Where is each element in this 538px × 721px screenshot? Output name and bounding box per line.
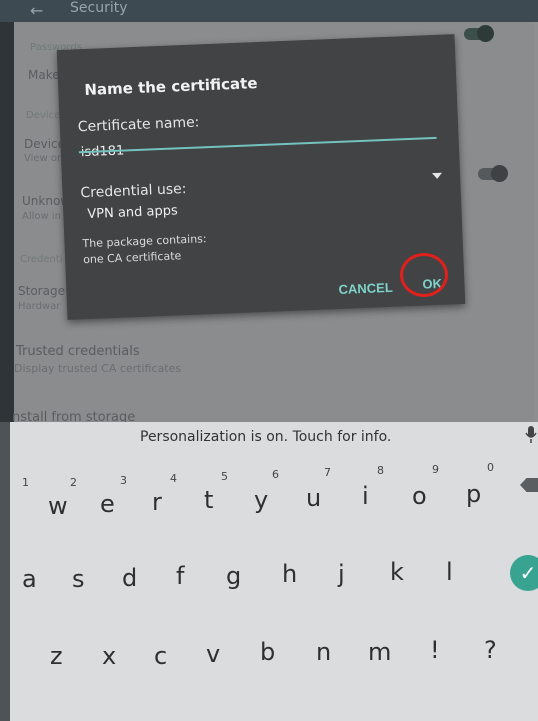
key-o[interactable]: o — [412, 484, 427, 508]
key-r[interactable]: r — [152, 490, 162, 514]
key-number-hint: 7 — [324, 466, 331, 479]
checkmark-icon[interactable]: ✓ — [510, 555, 538, 591]
app-bar: ← Security — [0, 0, 538, 22]
setting-storage-type-sub: Hardwar — [18, 301, 61, 312]
key-number-hint: 2 — [70, 476, 77, 489]
key-e[interactable]: e — [100, 492, 115, 516]
key-question[interactable]: ? — [484, 638, 497, 662]
toggle-knob — [477, 25, 494, 42]
input-underline — [78, 136, 437, 154]
setting-storage-type[interactable]: Storage — [18, 284, 65, 298]
key-x[interactable]: x — [102, 644, 116, 668]
credential-use-select[interactable]: VPN and apps — [87, 203, 178, 222]
key-number-hint: 8 — [377, 464, 384, 477]
package-info-line1: The package contains: — [82, 232, 207, 251]
microphone-icon[interactable] — [524, 422, 538, 446]
key-h[interactable]: h — [282, 562, 297, 586]
key-b[interactable]: b — [260, 640, 275, 664]
toggle-switch[interactable] — [464, 25, 494, 42]
key-c[interactable]: c — [154, 644, 167, 668]
setting-device-admin-sub: View or — [24, 153, 62, 164]
credential-use-label: Credential use: — [80, 181, 187, 202]
setting-unknown-sources-sub: Allow in — [22, 211, 61, 222]
key-t[interactable]: t — [204, 488, 213, 512]
certificate-name-label: Certificate name: — [77, 114, 200, 136]
key-exclamation[interactable]: ! — [430, 638, 440, 662]
key-m[interactable]: m — [368, 640, 391, 664]
key-number-hint: 5 — [221, 470, 228, 483]
dialog-title: Name the certificate — [84, 74, 258, 100]
key-v[interactable]: v — [206, 642, 220, 666]
key-g[interactable]: g — [226, 564, 241, 588]
key-p[interactable]: p — [466, 482, 481, 506]
backspace-icon[interactable] — [520, 478, 538, 492]
key-number-hint: 4 — [170, 472, 177, 485]
toggle-knob — [491, 165, 508, 182]
key-n[interactable]: n — [316, 640, 331, 664]
key-z[interactable]: z — [50, 644, 63, 668]
key-number-hint: 1 — [22, 476, 29, 489]
setting-device-admin[interactable]: Device — [24, 137, 65, 151]
red-annotation-circle — [400, 253, 448, 297]
package-info-line2: one CA certificate — [82, 249, 182, 267]
key-f[interactable]: f — [176, 564, 184, 588]
key-d[interactable]: d — [122, 566, 137, 590]
toggle-switch-off[interactable] — [478, 165, 508, 182]
keyboard-personalization-hint[interactable]: Personalization is on. Touch for info. — [140, 429, 391, 445]
dropdown-arrow-icon[interactable] — [431, 172, 443, 180]
screen-edge — [0, 422, 10, 721]
back-arrow-icon[interactable]: ← — [30, 1, 43, 20]
section-header-credential-storage: Credenti — [20, 254, 63, 265]
screen-edge — [0, 22, 14, 422]
photo-of-screen: ← Security Passwords Make p Device a Dev… — [0, 0, 538, 721]
key-j[interactable]: j — [338, 562, 345, 586]
key-i[interactable]: i — [362, 484, 369, 508]
key-w[interactable]: w — [48, 494, 68, 518]
key-number-hint: 3 — [120, 474, 127, 487]
key-l[interactable]: l — [446, 560, 453, 584]
app-bar-title: Security — [70, 0, 128, 16]
key-y[interactable]: y — [254, 488, 268, 512]
cancel-button[interactable]: CANCEL — [338, 280, 393, 297]
key-s[interactable]: s — [72, 567, 85, 591]
key-k[interactable]: k — [390, 560, 404, 584]
key-number-hint: 0 — [487, 461, 494, 474]
key-number-hint: 9 — [432, 463, 439, 476]
on-screen-keyboard: Personalization is on. Touch for info. 1… — [0, 422, 538, 721]
setting-trusted-credentials[interactable]: Trusted credentials — [16, 344, 140, 359]
key-u[interactable]: u — [306, 486, 321, 510]
key-a[interactable]: a — [22, 567, 37, 591]
key-number-hint: 6 — [272, 468, 279, 481]
setting-trusted-credentials-sub: Display trusted CA certificates — [14, 362, 182, 375]
